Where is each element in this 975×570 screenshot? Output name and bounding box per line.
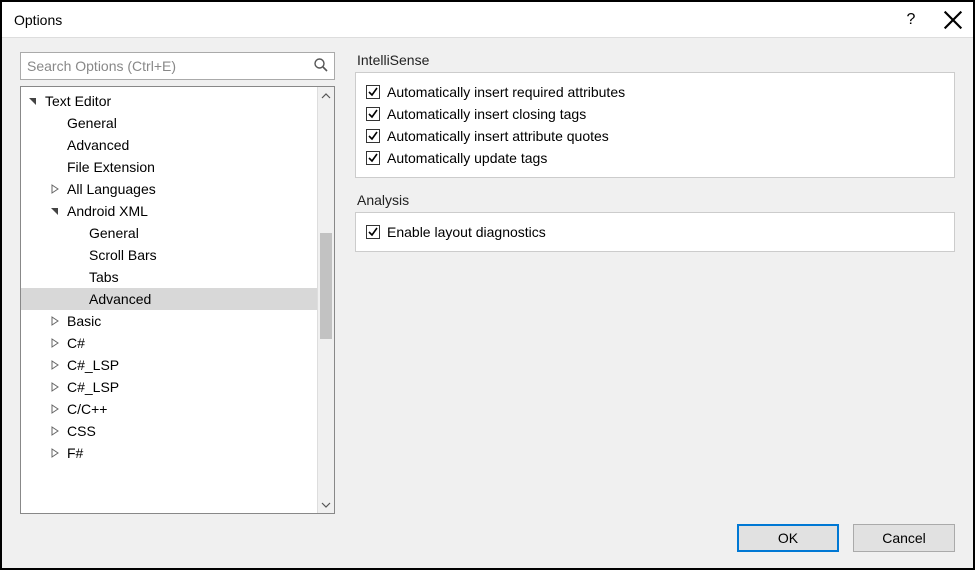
tree-item[interactable]: General	[21, 112, 317, 134]
tree-item[interactable]: Basic	[21, 310, 317, 332]
settings-group: IntelliSense Automatically insert require…	[355, 52, 955, 178]
left-pane: Text Editor General Advanced File Extension…	[20, 52, 335, 514]
checkbox[interactable]	[366, 129, 380, 143]
group-title: Analysis	[355, 192, 955, 208]
settings-pane: IntelliSense Automatically insert require…	[355, 52, 955, 514]
tree-item-label: CSS	[65, 423, 96, 439]
expander-none	[71, 271, 83, 283]
window-title: Options	[14, 12, 62, 28]
tree-item-label: Scroll Bars	[87, 247, 157, 263]
checkbox-label: Automatically insert required attributes	[387, 84, 625, 100]
expander-collapsed-icon[interactable]	[49, 337, 61, 349]
checkbox-label: Automatically update tags	[387, 150, 547, 166]
expander-collapsed-icon[interactable]	[49, 403, 61, 415]
help-button[interactable]: ?	[901, 10, 921, 30]
expander-collapsed-icon[interactable]	[49, 425, 61, 437]
search-wrap	[20, 52, 335, 80]
scroll-thumb[interactable]	[320, 233, 332, 339]
scroll-down-button[interactable]	[318, 496, 334, 513]
tree-item[interactable]: C#	[21, 332, 317, 354]
settings-group: Analysis Enable layout diagnostics	[355, 192, 955, 252]
tree-item[interactable]: Text Editor	[21, 90, 317, 112]
tree-item[interactable]: F#	[21, 442, 317, 464]
checkbox-row: Automatically update tags	[366, 147, 944, 169]
chevron-down-icon	[321, 500, 331, 510]
expander-collapsed-icon[interactable]	[49, 315, 61, 327]
cancel-button[interactable]: Cancel	[853, 524, 955, 552]
tree-item[interactable]: Advanced	[21, 288, 317, 310]
group-box: Automatically insert required attributes…	[355, 72, 955, 178]
ok-button[interactable]: OK	[737, 524, 839, 552]
tree-view[interactable]: Text Editor General Advanced File Extension…	[20, 86, 335, 514]
titlebar: Options ?	[2, 2, 973, 38]
expander-collapsed-icon[interactable]	[49, 359, 61, 371]
tree-item-label: Advanced	[65, 137, 129, 153]
chevron-up-icon	[321, 91, 331, 101]
tree-item[interactable]: General	[21, 222, 317, 244]
tree-item-label: Tabs	[87, 269, 119, 285]
tree-item-label: C/C++	[65, 401, 107, 417]
tree-item-label: F#	[65, 445, 83, 461]
options-dialog: Options ? Text Editor General Advanced File…	[0, 0, 975, 570]
tree-item[interactable]: C#_LSP	[21, 376, 317, 398]
expander-none	[49, 161, 61, 173]
tree-item[interactable]: All Languages	[21, 178, 317, 200]
tree-item-label: Android XML	[65, 203, 148, 219]
tree-item[interactable]: Android XML	[21, 200, 317, 222]
checkbox-row: Enable layout diagnostics	[366, 221, 944, 243]
close-icon	[943, 10, 963, 30]
tree-item-label: C#_LSP	[65, 379, 119, 395]
checkbox-label: Automatically insert closing tags	[387, 106, 586, 122]
expander-none	[71, 227, 83, 239]
tree-item[interactable]: CSS	[21, 420, 317, 442]
expander-expanded-icon[interactable]	[27, 95, 39, 107]
tree-item[interactable]: C#_LSP	[21, 354, 317, 376]
expander-collapsed-icon[interactable]	[49, 381, 61, 393]
tree-item-label: All Languages	[65, 181, 156, 197]
tree-item[interactable]: Tabs	[21, 266, 317, 288]
tree-item-label: General	[65, 115, 117, 131]
tree-item-label: Text Editor	[43, 93, 111, 109]
tree-item-label: C#	[65, 335, 85, 351]
tree-item[interactable]: Scroll Bars	[21, 244, 317, 266]
scroll-up-button[interactable]	[318, 87, 334, 104]
scrollbar[interactable]	[317, 87, 334, 513]
search-input[interactable]	[20, 52, 335, 80]
checkbox[interactable]	[366, 85, 380, 99]
expander-collapsed-icon[interactable]	[49, 447, 61, 459]
checkbox[interactable]	[366, 107, 380, 121]
window-controls: ?	[901, 10, 963, 30]
tree-item-label: General	[87, 225, 139, 241]
group-title: IntelliSense	[355, 52, 955, 68]
checkbox-row: Automatically insert attribute quotes	[366, 125, 944, 147]
tree-item-label: Basic	[65, 313, 101, 329]
expander-expanded-icon[interactable]	[49, 205, 61, 217]
tree-item-label: C#_LSP	[65, 357, 119, 373]
checkbox[interactable]	[366, 151, 380, 165]
expander-none	[49, 139, 61, 151]
group-box: Enable layout diagnostics	[355, 212, 955, 252]
close-button[interactable]	[943, 10, 963, 30]
dialog-body: Text Editor General Advanced File Extension…	[2, 38, 973, 524]
checkbox-label: Automatically insert attribute quotes	[387, 128, 609, 144]
tree-item[interactable]: File Extension	[21, 156, 317, 178]
checkbox-label: Enable layout diagnostics	[387, 224, 546, 240]
checkbox[interactable]	[366, 225, 380, 239]
expander-none	[71, 293, 83, 305]
scroll-track[interactable]	[318, 104, 334, 496]
checkbox-row: Automatically insert required attributes	[366, 81, 944, 103]
tree-item[interactable]: Advanced	[21, 134, 317, 156]
tree-item-label: Advanced	[87, 291, 151, 307]
expander-collapsed-icon[interactable]	[49, 183, 61, 195]
tree-item[interactable]: C/C++	[21, 398, 317, 420]
expander-none	[49, 117, 61, 129]
dialog-footer: OK Cancel	[2, 524, 973, 568]
expander-none	[71, 249, 83, 261]
checkbox-row: Automatically insert closing tags	[366, 103, 944, 125]
tree-item-label: File Extension	[65, 159, 155, 175]
